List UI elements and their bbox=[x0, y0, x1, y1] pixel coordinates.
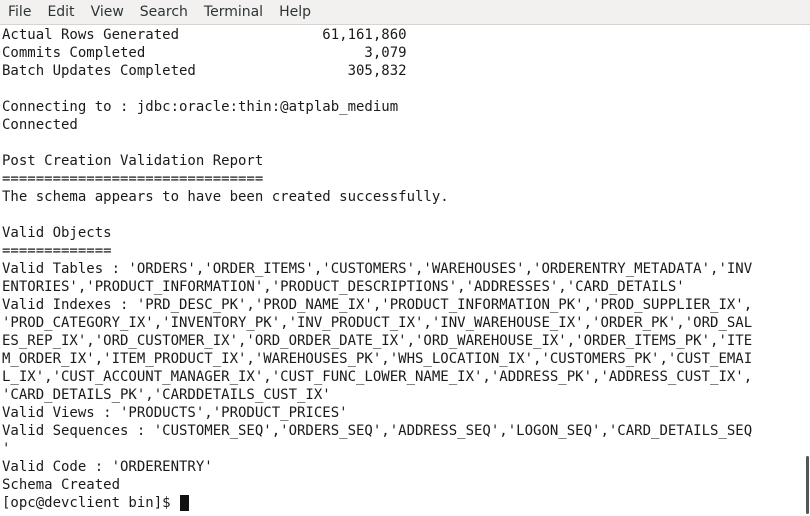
terminal-line: Schema Created bbox=[2, 477, 121, 493]
menu-file[interactable]: File bbox=[0, 0, 39, 24]
prompt-text: [opc@devclient bin]$ bbox=[2, 495, 180, 511]
terminal-line: ENTORIES','PRODUCT_INFORMATION','PRODUCT… bbox=[2, 279, 685, 295]
terminal-line: ' bbox=[2, 441, 11, 457]
menu-edit[interactable]: Edit bbox=[39, 0, 82, 24]
terminal-line: 'CARD_DETAILS_PK','CARDDETAILS_CUST_IX' bbox=[2, 387, 331, 403]
menu-search[interactable]: Search bbox=[132, 0, 196, 24]
terminal-line: Connecting to : jdbc:oracle:thin:@atplab… bbox=[2, 99, 399, 115]
terminal-line: The schema appears to have been created … bbox=[2, 189, 449, 205]
terminal-line: 'PROD_CATEGORY_IX','INVENTORY_PK','INV_P… bbox=[2, 315, 753, 331]
scrollbar-thumb[interactable] bbox=[806, 456, 809, 514]
menu-bar: File Edit View Search Terminal Help bbox=[0, 0, 810, 25]
command-prompt[interactable]: [opc@devclient bin]$ bbox=[0, 494, 800, 512]
terminal-line: Valid Sequences : 'CUSTOMER_SEQ','ORDERS… bbox=[2, 423, 753, 439]
terminal-line: Valid Objects bbox=[2, 225, 112, 241]
menu-help[interactable]: Help bbox=[271, 0, 319, 24]
terminal-output[interactable]: Actual Rows Generated 61,161,860 Commits… bbox=[0, 26, 800, 516]
terminal-line: Batch Updates Completed 305,832 bbox=[2, 63, 407, 79]
terminal-line: Post Creation Validation Report bbox=[2, 153, 264, 169]
terminal-line: Valid Views : 'PRODUCTS','PRODUCT_PRICES… bbox=[2, 405, 348, 421]
terminal-line: Connected bbox=[2, 117, 78, 133]
terminal-line: Valid Tables : 'ORDERS','ORDER_ITEMS','C… bbox=[2, 261, 753, 277]
terminal-line: Actual Rows Generated 61,161,860 bbox=[2, 27, 407, 43]
terminal-line: Valid Code : 'ORDERENTRY' bbox=[2, 459, 213, 475]
terminal-line: L_IX','CUST_ACCOUNT_MANAGER_IX','CUST_FU… bbox=[2, 369, 753, 385]
terminal-line: ============= bbox=[2, 243, 112, 259]
text-cursor bbox=[180, 495, 190, 511]
terminal-line: ES_REP_IX','ORD_CUSTOMER_IX','ORD_ORDER_… bbox=[2, 333, 753, 349]
terminal-line: Commits Completed 3,079 bbox=[2, 45, 407, 61]
menu-terminal[interactable]: Terminal bbox=[196, 0, 271, 24]
terminal-line: =============================== bbox=[2, 171, 264, 187]
terminal-line: M_ORDER_IX','ITEM_PRODUCT_IX','WAREHOUSE… bbox=[2, 351, 753, 367]
terminal-line: Valid Indexes : 'PRD_DESC_PK','PROD_NAME… bbox=[2, 297, 753, 313]
menu-view[interactable]: View bbox=[83, 0, 132, 24]
vertical-scrollbar[interactable] bbox=[802, 26, 810, 516]
